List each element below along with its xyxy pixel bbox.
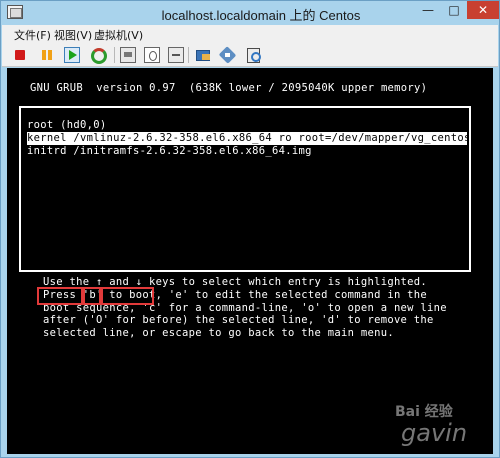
toolbar (2, 43, 498, 67)
settings-icon[interactable] (245, 47, 261, 63)
title-bar[interactable]: localhost.localdomain 上的 Centos — □ ✕ (1, 1, 499, 25)
stop-icon[interactable] (12, 47, 28, 63)
baidu-jingyan-watermark: Bai 经验 gavin (395, 401, 491, 453)
grub-entry-root[interactable]: root (hd0,0) (27, 119, 467, 132)
annotation-box-press (37, 287, 83, 305)
vm-console-app-icon (7, 5, 23, 19)
watermark-handle: gavin (401, 419, 468, 447)
menu-bar: 文件(F) 视图(V) 虚拟机(V) (2, 25, 498, 43)
minimize-button[interactable]: — (415, 1, 441, 19)
vm-console-window: localhost.localdomain 上的 Centos — □ ✕ 文件… (0, 0, 500, 458)
annotation-box-to-boot (101, 287, 154, 305)
maximize-button[interactable]: □ (441, 1, 467, 19)
share-icon[interactable] (195, 47, 211, 63)
annotation-box-b-key (83, 287, 101, 305)
menu-vm[interactable]: 虚拟机(V) (94, 27, 143, 43)
window-title: localhost.localdomain 上的 Centos (161, 8, 361, 23)
revert-snapshot-icon[interactable] (168, 47, 184, 63)
vm-console-screen[interactable]: GNU GRUB version 0.97 (638K lower / 2095… (7, 68, 493, 454)
help-line: after ('O' for before) the selected line… (43, 314, 434, 326)
reset-icon[interactable] (90, 47, 107, 64)
play-icon[interactable] (64, 47, 80, 63)
pause-icon[interactable] (39, 47, 55, 63)
grub-entry-box: root (hd0,0) kernel /vmlinuz-2.6.32-358.… (19, 106, 471, 272)
watermark-logo: Bai 经验 (395, 404, 453, 420)
connect-icon[interactable] (220, 47, 236, 63)
menu-view[interactable]: 视图(V) (54, 27, 92, 43)
toolbar-separator (188, 47, 189, 63)
close-button[interactable]: ✕ (467, 1, 499, 19)
grub-entry-kernel-selected[interactable]: kernel /vmlinuz-2.6.32-358.el6.x86_64 ro… (27, 132, 467, 145)
menu-file[interactable]: 文件(F) (14, 27, 51, 43)
snapshot-icon[interactable] (144, 47, 160, 63)
grub-entry-initrd[interactable]: initrd /initramfs-2.6.32-358.el6.x86_64.… (27, 145, 467, 158)
help-line: selected line, or escape to go back to t… (43, 327, 394, 339)
grub-header: GNU GRUB version 0.97 (638K lower / 2095… (30, 82, 428, 94)
toolbar-separator (114, 47, 115, 63)
ctrl-alt-del-icon[interactable] (120, 47, 136, 63)
